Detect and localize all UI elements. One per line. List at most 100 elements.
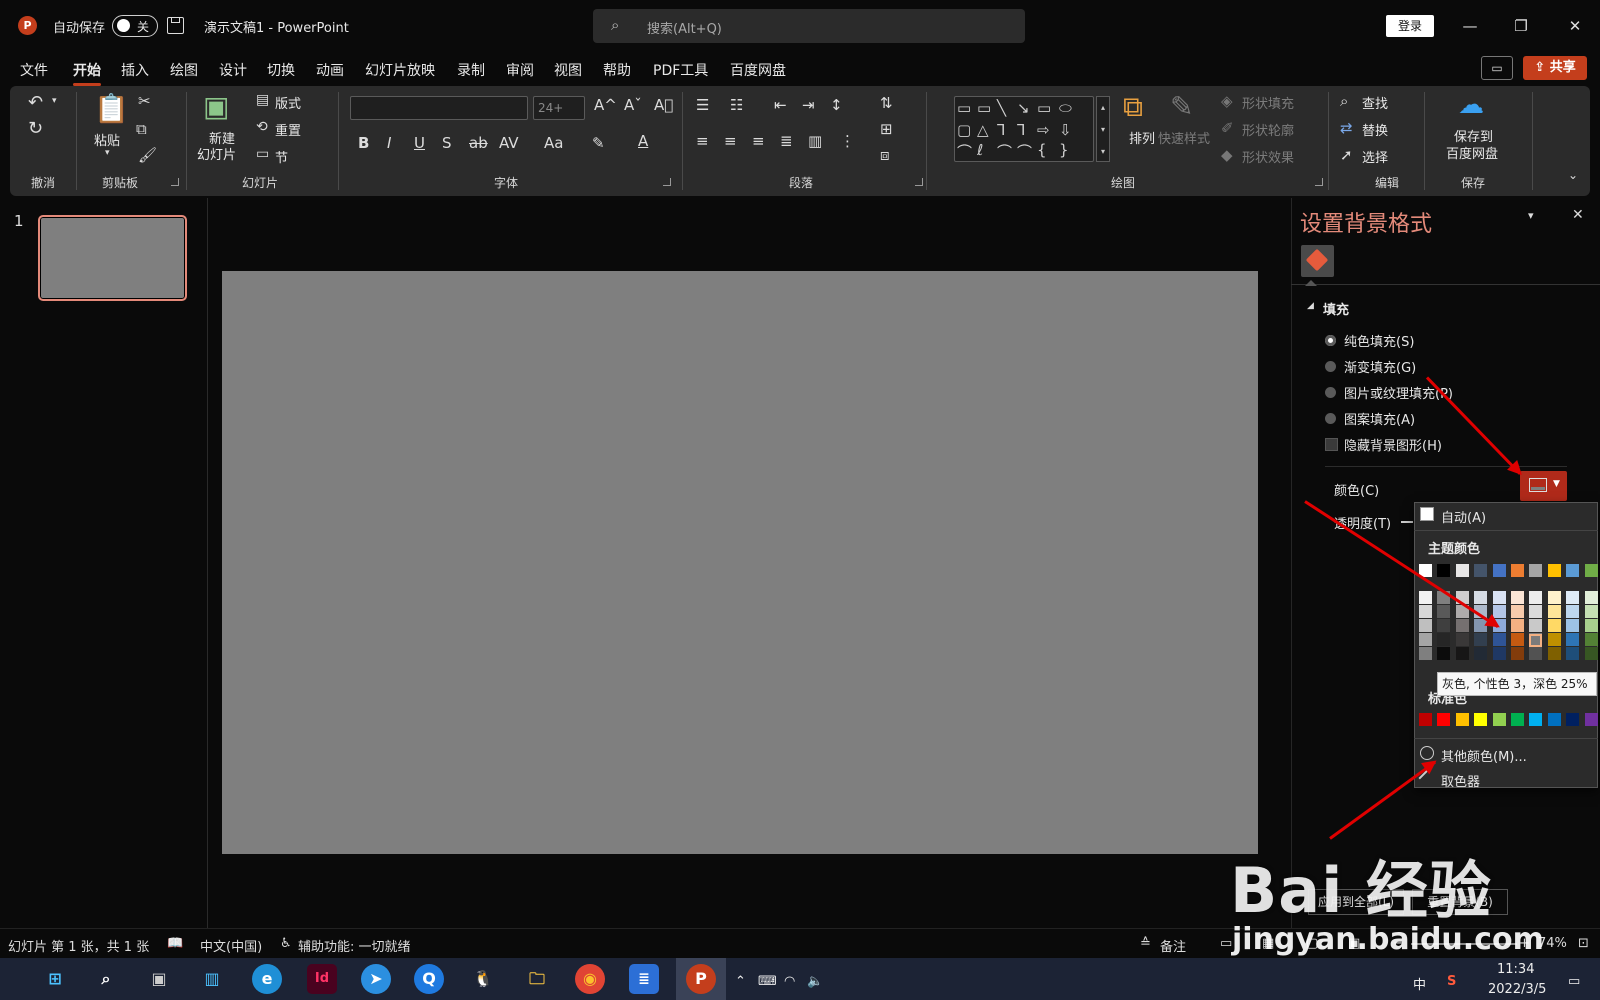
rounded-rect-shape-icon[interactable]: ▢ bbox=[957, 121, 971, 139]
triangle-shape-icon[interactable]: △ bbox=[977, 121, 989, 139]
standard-color-swatch[interactable] bbox=[1493, 713, 1506, 726]
more-colors-option[interactable]: 其他颜色(M)... bbox=[1441, 746, 1527, 765]
increase-indent-icon[interactable]: ⇥ bbox=[802, 96, 815, 114]
accessibility-status[interactable]: 辅助功能: 一切就绪 bbox=[298, 936, 411, 955]
arc-shape-icon[interactable]: ⌒ bbox=[997, 141, 1012, 162]
theme-shade-swatch[interactable] bbox=[1419, 605, 1432, 618]
left-brace-shape-icon[interactable]: { bbox=[1037, 141, 1047, 159]
theme-shade-swatch[interactable] bbox=[1419, 591, 1432, 604]
theme-shade-swatch[interactable] bbox=[1456, 647, 1469, 660]
quick-styles-icon[interactable]: ✎ bbox=[1170, 90, 1193, 123]
italic-icon[interactable]: I bbox=[387, 134, 391, 152]
arrow-line-shape-icon[interactable]: ↘ bbox=[1017, 99, 1030, 117]
paste-dropdown-icon[interactable]: ▾ bbox=[105, 148, 110, 158]
align-left-icon[interactable]: ≡ bbox=[696, 132, 709, 150]
close-pane-icon[interactable]: ✕ bbox=[1572, 207, 1584, 223]
new-slide-icon[interactable]: ▣ bbox=[203, 90, 229, 123]
theme-color-swatch[interactable] bbox=[1511, 564, 1524, 577]
select-button[interactable]: 选择 bbox=[1362, 147, 1388, 166]
line-spacing-icon[interactable]: ↕ bbox=[830, 96, 843, 114]
theme-shade-swatch[interactable] bbox=[1437, 605, 1450, 618]
format-painter-icon[interactable]: 🖌 bbox=[138, 146, 157, 164]
theme-color-swatch[interactable] bbox=[1474, 564, 1487, 577]
textbox-shape-icon[interactable]: ▭ bbox=[957, 99, 971, 117]
align-right-icon[interactable]: ≡ bbox=[752, 132, 765, 150]
theme-color-swatch[interactable] bbox=[1529, 564, 1542, 577]
decrease-indent-icon[interactable]: ⇤ bbox=[774, 96, 787, 114]
autosave-toggle[interactable]: 关 bbox=[112, 15, 158, 37]
save-icon[interactable] bbox=[167, 17, 184, 34]
taskbar-search-icon[interactable]: ⌕ bbox=[91, 964, 121, 994]
theme-shade-swatch[interactable] bbox=[1474, 591, 1487, 604]
theme-shade-swatch[interactable] bbox=[1511, 647, 1524, 660]
shadow-icon[interactable]: S bbox=[442, 134, 452, 152]
standard-color-swatch[interactable] bbox=[1511, 713, 1524, 726]
undo-icon[interactable]: ↶ bbox=[28, 92, 43, 113]
standard-color-swatch[interactable] bbox=[1548, 713, 1561, 726]
tab-home[interactable]: 开始 bbox=[73, 60, 101, 86]
theme-shade-swatch[interactable] bbox=[1474, 633, 1487, 646]
restore-button[interactable]: ❐ bbox=[1509, 14, 1533, 38]
redo-icon[interactable]: ↻ bbox=[28, 118, 43, 139]
theme-shade-swatch[interactable] bbox=[1474, 647, 1487, 660]
theme-shade-swatch[interactable] bbox=[1548, 647, 1561, 660]
paste-icon[interactable]: 📋 bbox=[94, 92, 129, 125]
theme-shade-swatch[interactable] bbox=[1548, 591, 1561, 604]
numbering-icon[interactable]: ☷ bbox=[730, 96, 743, 114]
theme-color-swatch[interactable] bbox=[1585, 564, 1598, 577]
powerpoint-taskbar-icon[interactable]: P bbox=[686, 964, 716, 994]
char-spacing-icon[interactable]: AV bbox=[499, 134, 519, 152]
standard-color-swatch[interactable] bbox=[1437, 713, 1450, 726]
theme-shade-swatch[interactable] bbox=[1548, 619, 1561, 632]
fill-category-icon[interactable] bbox=[1301, 245, 1334, 277]
pane-options-icon[interactable]: ▾ bbox=[1528, 209, 1534, 222]
search-box[interactable]: ⌕ 搜索(Alt+Q) bbox=[593, 9, 1025, 43]
line-shape-icon[interactable]: ╲ bbox=[997, 99, 1006, 117]
notifications-icon[interactable]: ▭ bbox=[1568, 974, 1580, 989]
columns-icon[interactable]: ▥ bbox=[808, 132, 822, 150]
tab-design[interactable]: 设计 bbox=[219, 60, 247, 80]
theme-shade-swatch[interactable] bbox=[1511, 619, 1524, 632]
shape-outline-button[interactable]: 形状轮廓 bbox=[1242, 120, 1294, 139]
tab-file[interactable]: 文件 bbox=[20, 60, 48, 80]
indesign-icon[interactable]: Id bbox=[307, 964, 337, 994]
theme-shade-swatch[interactable] bbox=[1566, 591, 1579, 604]
eyedropper-option[interactable]: 取色器 bbox=[1441, 771, 1480, 790]
copy-icon[interactable]: ⧉ bbox=[136, 120, 147, 138]
baidu-netdisk-icon[interactable]: ☁ bbox=[1458, 90, 1484, 120]
cut-icon[interactable]: ✂ bbox=[138, 92, 151, 110]
theme-shade-swatch[interactable] bbox=[1511, 591, 1524, 604]
elbow-connector-shape-icon[interactable]: ⅂ bbox=[997, 121, 1005, 139]
sogou-ime-icon[interactable]: S bbox=[1447, 974, 1456, 989]
normal-view-icon[interactable]: ▭ bbox=[1220, 936, 1232, 951]
clear-formatting-icon[interactable]: A⃠ bbox=[654, 96, 673, 114]
standard-color-swatch[interactable] bbox=[1456, 713, 1469, 726]
tray-app-icon[interactable]: ⌨ bbox=[758, 974, 777, 989]
standard-color-swatch[interactable] bbox=[1474, 713, 1487, 726]
shrink-font-icon[interactable]: Aˇ bbox=[624, 96, 642, 114]
start-icon[interactable]: ⊞ bbox=[40, 964, 70, 994]
shape-fill-button[interactable]: 形状填充 bbox=[1242, 93, 1294, 112]
tab-slideshow[interactable]: 幻灯片放映 bbox=[365, 60, 435, 80]
quick-styles-button[interactable]: 快速样式 bbox=[1158, 128, 1210, 147]
font-color-icon[interactable]: A bbox=[638, 132, 648, 150]
layout-button[interactable]: 版式 bbox=[275, 93, 301, 112]
picture-fill-radio[interactable] bbox=[1325, 387, 1336, 398]
theme-shade-swatch[interactable] bbox=[1529, 647, 1542, 660]
align-center-icon[interactable]: ≡ bbox=[724, 132, 737, 150]
theme-shade-swatch[interactable] bbox=[1493, 647, 1506, 660]
slide-canvas[interactable] bbox=[222, 271, 1258, 854]
theme-shade-swatch[interactable] bbox=[1511, 633, 1524, 646]
bullets-icon[interactable]: ☰ bbox=[696, 96, 709, 114]
share-button[interactable]: ⇪ 共享 bbox=[1523, 56, 1587, 80]
tab-insert[interactable]: 插入 bbox=[121, 60, 149, 80]
tab-pdf-tools[interactable]: PDF工具 bbox=[653, 60, 708, 80]
scribble-shape-icon[interactable]: ℓ bbox=[977, 141, 983, 159]
theme-color-swatch[interactable] bbox=[1548, 564, 1561, 577]
freeform-shape-icon[interactable]: ⌒ bbox=[957, 141, 972, 162]
shapes-scroll[interactable]: ▴ ▾ ▾ bbox=[1096, 96, 1110, 162]
align-text-icon[interactable]: ⋮ bbox=[840, 132, 855, 150]
justify-icon[interactable]: ≣ bbox=[780, 132, 793, 150]
hide-bg-graphics-checkbox[interactable] bbox=[1325, 438, 1338, 451]
close-window-button[interactable]: ✕ bbox=[1563, 14, 1587, 38]
